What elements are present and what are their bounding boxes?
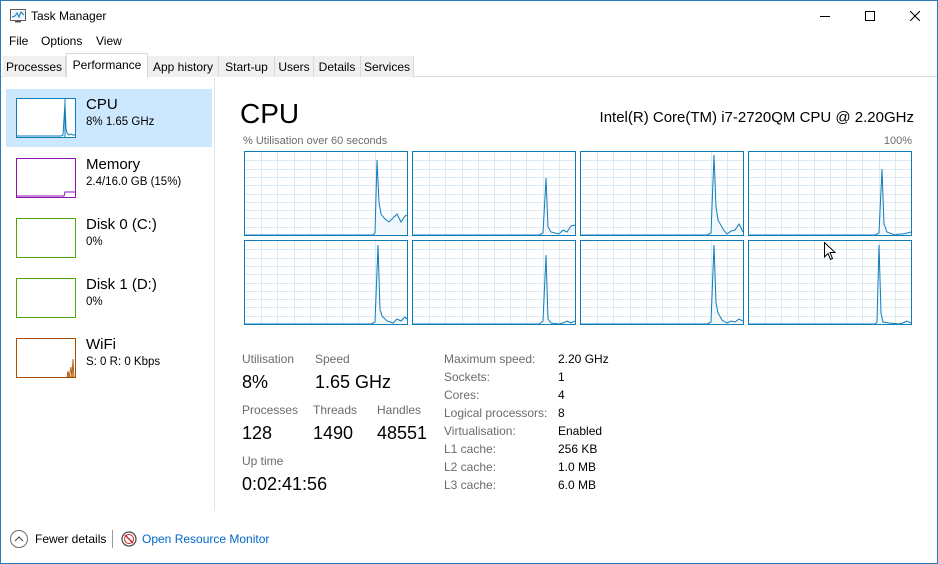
minimize-icon (819, 16, 830, 17)
graph-caption: % Utilisation over 60 seconds (243, 135, 388, 147)
wifi-mini-graph (16, 338, 76, 378)
handles-value: 48551 (377, 423, 428, 443)
core-3-utilisation-graph (748, 151, 912, 236)
tab-performance[interactable]: Performance (66, 53, 148, 78)
disk-0-mini-graph (16, 218, 76, 258)
info-value: 1 (558, 370, 565, 384)
threads-value: 1490 (313, 423, 354, 443)
resource-sidebar: CPU 8% 1.65 GHz Memory 2.4/16.0 GB (15%)… (1, 78, 215, 511)
cpu-detail-panel: CPU Intel(R) Core(TM) i7-2720QM CPU @ 2.… (216, 78, 936, 511)
tab-bar: Processes Performance App history Start-… (1, 53, 937, 78)
info-value: 6.0 MB (558, 478, 597, 492)
info-label: Virtualisation: (444, 424, 516, 438)
minimize-button[interactable] (802, 1, 847, 31)
mouse-cursor-icon (824, 242, 836, 261)
tab-details[interactable]: Details (314, 56, 361, 77)
close-button[interactable] (892, 1, 937, 31)
sidebar-item-label: CPU (86, 96, 118, 113)
footer-bar: Fewer details Open Resource Monitor (1, 521, 937, 557)
page-title: CPU (240, 98, 300, 129)
info-label: Cores: (444, 388, 480, 402)
title-bar[interactable]: Task Manager (1, 1, 937, 31)
tab-app-history[interactable]: App history (148, 56, 219, 77)
close-icon (909, 11, 920, 21)
info-label: Sockets: (444, 370, 491, 384)
info-label: L2 cache: (444, 460, 497, 474)
sidebar-item-detail: 0% (86, 236, 103, 248)
menu-options[interactable]: Options (41, 34, 82, 48)
graph-max-label: 100% (883, 135, 912, 147)
tab-startup[interactable]: Start-up (219, 56, 275, 77)
speed-label: Speed (315, 352, 350, 366)
info-value: Enabled (558, 424, 603, 438)
core-1-utilisation-graph (412, 151, 576, 236)
sidebar-item-label: Memory (86, 156, 141, 173)
memory-mini-graph (16, 158, 76, 198)
resource-monitor-icon[interactable] (121, 531, 137, 547)
task-manager-icon (10, 9, 26, 23)
sidebar-item-disk-0[interactable]: Disk 0 (C:) 0% (6, 209, 212, 267)
tab-services[interactable]: Services (361, 56, 414, 77)
cpu-mini-graph (16, 98, 76, 138)
uptime-value: 0:02:41:56 (242, 474, 328, 494)
sidebar-item-detail: 2.4/16.0 GB (15%) (86, 176, 182, 188)
core-2-utilisation-graph (580, 151, 744, 236)
menu-view[interactable]: View (96, 34, 122, 48)
processes-label: Processes (242, 403, 299, 417)
info-label: Maximum speed: (444, 352, 536, 366)
sidebar-item-label: Disk 0 (C:) (86, 216, 157, 233)
sidebar-item-detail: S: 0 R: 0 Kbps (86, 356, 161, 368)
tab-processes[interactable]: Processes (3, 56, 66, 77)
open-resource-monitor-link[interactable]: Open Resource Monitor (142, 532, 269, 546)
processes-value: 128 (242, 423, 273, 443)
speed-value: 1.65 GHz (315, 372, 392, 392)
sidebar-item-label: Disk 1 (D:) (86, 276, 157, 293)
info-label: Logical processors: (444, 406, 548, 420)
task-manager-window: Task Manager File Options View Processes… (0, 0, 938, 564)
chevron-up-icon[interactable] (10, 530, 28, 548)
sidebar-item-detail: 8% 1.65 GHz (86, 116, 155, 128)
window-title: Task Manager (31, 9, 107, 23)
disk-1-mini-graph (16, 278, 76, 318)
cpu-model-name: Intel(R) Core(TM) i7-2720QM CPU @ 2.20GH… (599, 109, 914, 126)
utilisation-label: Utilisation (242, 352, 295, 366)
core-4-utilisation-graph (244, 240, 408, 325)
info-value: 4 (558, 388, 565, 402)
menu-bar: File Options View (1, 31, 937, 52)
sidebar-item-disk-1[interactable]: Disk 1 (D:) 0% (6, 269, 212, 327)
sidebar-item-detail: 0% (86, 296, 103, 308)
info-label: L1 cache: (444, 442, 497, 456)
utilisation-value: 8% (242, 372, 269, 392)
menu-file[interactable]: File (9, 34, 28, 48)
info-value: 2.20 GHz (558, 352, 609, 366)
maximize-button[interactable] (847, 1, 892, 31)
sidebar-item-cpu[interactable]: CPU 8% 1.65 GHz (6, 89, 212, 147)
sidebar-item-wifi[interactable]: WiFi S: 0 R: 0 Kbps (6, 329, 212, 387)
fewer-details-button[interactable]: Fewer details (35, 532, 106, 546)
core-0-utilisation-graph (244, 151, 408, 236)
core-5-utilisation-graph (412, 240, 576, 325)
tab-users[interactable]: Users (275, 56, 314, 77)
footer-divider (112, 530, 113, 548)
maximize-icon (864, 11, 875, 21)
info-value: 256 KB (558, 442, 598, 456)
info-label: L3 cache: (444, 478, 497, 492)
info-value: 1.0 MB (558, 460, 597, 474)
threads-label: Threads (313, 403, 358, 417)
info-value: 8 (558, 406, 565, 420)
uptime-label: Up time (242, 454, 284, 468)
core-6-utilisation-graph (580, 240, 744, 325)
sidebar-item-memory[interactable]: Memory 2.4/16.0 GB (15%) (6, 149, 212, 207)
sidebar-item-label: WiFi (86, 336, 116, 353)
handles-label: Handles (377, 403, 422, 417)
